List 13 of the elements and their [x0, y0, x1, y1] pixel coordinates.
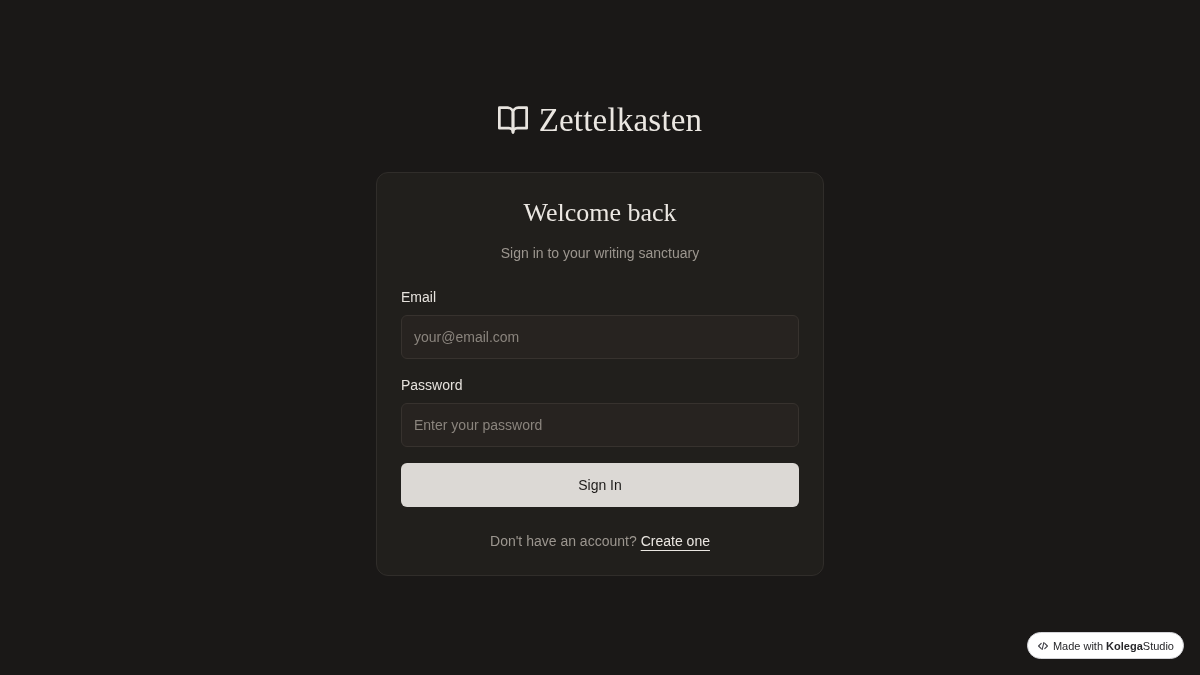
- made-with-badge[interactable]: Made with KolegaStudio: [1026, 632, 1184, 659]
- app-name: Zettelkasten: [538, 101, 703, 140]
- field-label: Email: [401, 288, 436, 307]
- signup-prompt: Don't have an account?: [490, 532, 637, 551]
- input-field[interactable]: Enter your password: [401, 403, 799, 447]
- field-label: Password: [401, 376, 463, 395]
- card-title: Welcome back: [523, 197, 677, 229]
- code-icon: [1037, 641, 1048, 650]
- open-book-icon: [497, 106, 528, 134]
- sign-in-button[interactable]: Sign In: [401, 463, 799, 507]
- card-subtitle: Sign in to your writing sanctuary: [500, 244, 700, 263]
- input-field[interactable]: your@email.com: [401, 315, 799, 359]
- create-account-link[interactable]: Create one: [640, 531, 710, 551]
